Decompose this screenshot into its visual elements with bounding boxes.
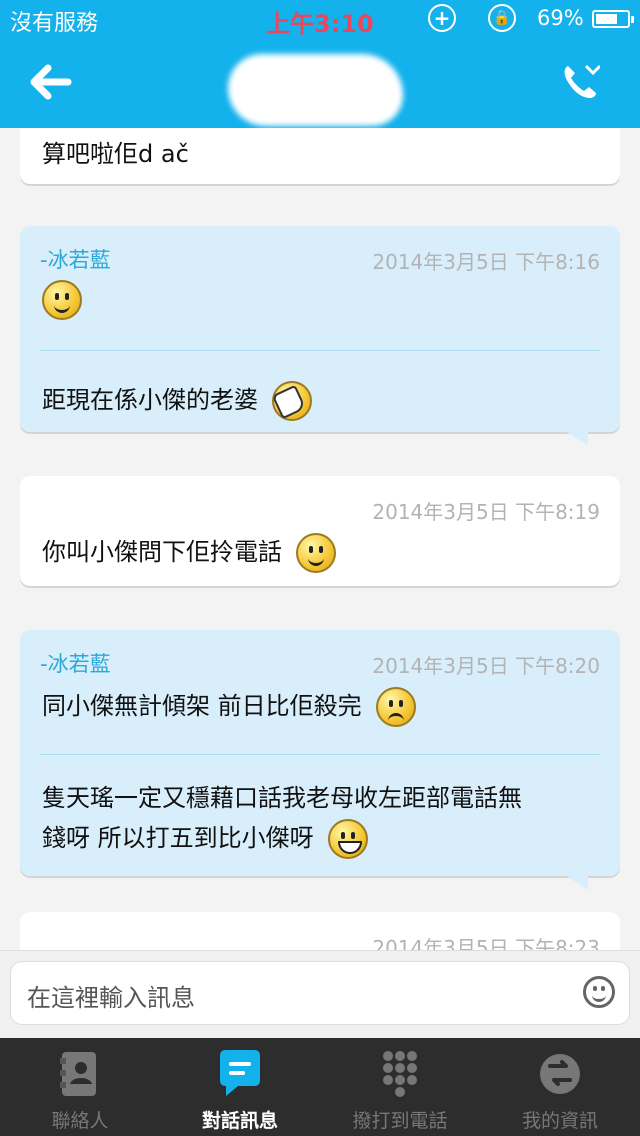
skype-profile-icon	[540, 1054, 580, 1094]
smile-emoji-icon	[42, 280, 82, 320]
carrier-label: 沒有服務	[10, 11, 99, 36]
dialpad-icon	[383, 1051, 417, 1097]
status-bar: 沒有服務 上午3:10 + 🔒 69%	[0, 0, 640, 40]
message-line: 隻天瑤一定又穩藉口話我老母收左距部電話無	[42, 784, 522, 812]
sender-name-redacted	[36, 928, 126, 950]
phone-icon[interactable]	[560, 62, 600, 102]
message-text: 你叫小傑問下佢拎電話	[42, 532, 336, 573]
arrow-left-icon[interactable]	[28, 62, 72, 102]
worried-emoji-icon	[375, 687, 416, 727]
message-text: 同小傑無計傾架 前日比佢殺完	[42, 686, 416, 727]
tab-label: 撥打到電話	[352, 1110, 448, 1132]
message-timestamp: 2014年3月5日 下午8:23	[372, 936, 600, 950]
sender-name[interactable]: -冰若藍	[40, 244, 111, 274]
sender-name[interactable]: -冰若藍	[40, 648, 111, 678]
tab-label: 對話訊息	[201, 1110, 278, 1132]
composer-bar: 在這裡輸入訊息	[0, 950, 640, 1039]
divider	[40, 350, 600, 351]
chat-header	[0, 40, 640, 128]
message-bubble: 2014年3月5日 下午8:19 你叫小傑問下佢拎電話	[20, 476, 620, 586]
tab-contacts[interactable]: 聯絡人	[0, 1038, 160, 1136]
tab-label: 聯絡人	[51, 1110, 109, 1132]
bubble-tail	[564, 430, 588, 446]
rotation-lock-icon: 🔒	[488, 4, 516, 32]
contacts-icon	[60, 1052, 96, 1096]
message-bubble: 2014年3月5日 下午8:23	[20, 912, 620, 950]
divider	[40, 754, 600, 755]
message-list[interactable]: 算吧啦佢d ač -冰若藍 2014年3月5日 下午8:16 距現在係小傑的老婆…	[0, 128, 640, 950]
message-line: 同小傑無計傾架 前日比佢殺完	[42, 692, 362, 720]
smiley-icon[interactable]	[583, 976, 615, 1008]
battery-icon	[592, 10, 634, 28]
message-line: 錢呀 所以打五到比小傑呀	[42, 824, 314, 852]
tab-label: 我的資訊	[521, 1110, 598, 1132]
message-timestamp: 2014年3月5日 下午8:16	[372, 250, 600, 274]
tab-call-phones[interactable]: 撥打到電話	[320, 1038, 480, 1136]
message-bubble: -冰若藍 2014年3月5日 下午8:20 同小傑無計傾架 前日比佢殺完 隻天瑤…	[20, 630, 620, 890]
facepalm-emoji-icon	[271, 381, 312, 421]
add-circle-icon: +	[428, 4, 456, 32]
message-line: 你叫小傑問下佢拎電話	[42, 538, 282, 566]
bubble-tail	[564, 874, 588, 890]
sender-name-redacted	[36, 492, 126, 524]
message-input-placeholder: 在這裡輸入訊息	[27, 984, 195, 1012]
message-bubble: -冰若藍 2014年3月5日 下午8:16 距現在係小傑的老婆	[20, 226, 620, 446]
message-bubble: 算吧啦佢d ač	[20, 128, 620, 184]
grin-emoji-icon	[327, 819, 368, 859]
tab-bar: 聯絡人 對話訊息 撥打到電話 我的資訊	[0, 1038, 640, 1136]
chat-bubble-icon	[220, 1050, 260, 1096]
message-text: 算吧啦佢d ač	[42, 140, 189, 168]
message-timestamp: 2014年3月5日 下午8:20	[372, 654, 600, 678]
tab-my-info[interactable]: 我的資訊	[480, 1038, 640, 1136]
battery-percent: 69%	[537, 6, 584, 30]
contact-name-redacted	[228, 54, 403, 126]
message-text: 錢呀 所以打五到比小傑呀	[42, 818, 368, 859]
message-input[interactable]: 在這裡輸入訊息	[10, 961, 630, 1025]
message-line: 距現在係小傑的老婆	[42, 386, 258, 414]
smile-emoji-icon	[296, 533, 336, 573]
tab-conversations[interactable]: 對話訊息	[160, 1038, 320, 1136]
message-text: 距現在係小傑的老婆	[42, 380, 312, 421]
status-time: 上午3:10	[266, 10, 374, 38]
message-timestamp: 2014年3月5日 下午8:19	[372, 500, 600, 524]
